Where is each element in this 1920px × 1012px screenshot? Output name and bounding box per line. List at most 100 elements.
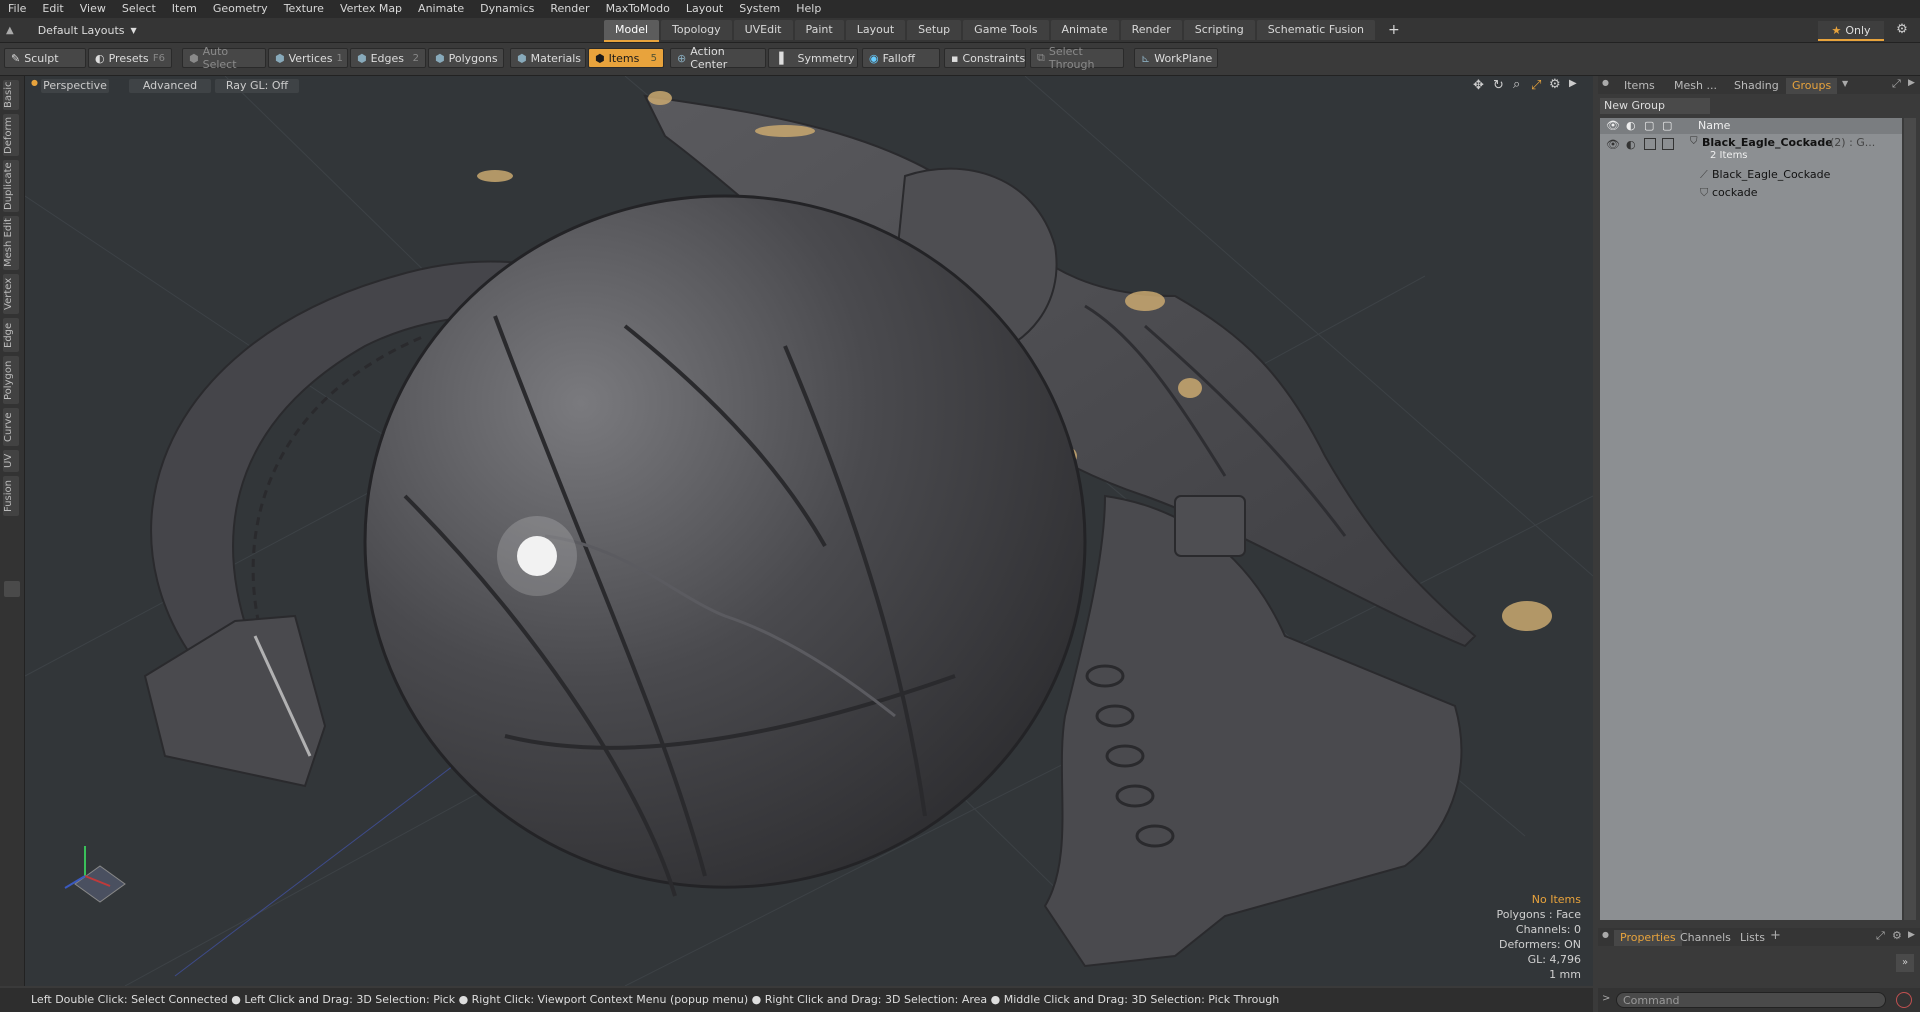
menu-view[interactable]: View bbox=[72, 0, 114, 18]
sculpt-button[interactable]: ✎ Sculpt bbox=[4, 48, 86, 68]
menu-select[interactable]: Select bbox=[114, 0, 164, 18]
command-history-icon[interactable]: > bbox=[1602, 993, 1610, 1004]
tab-lists[interactable]: Lists bbox=[1734, 930, 1771, 946]
edges-button[interactable]: ⬢ Edges 2 bbox=[350, 48, 426, 68]
tab-edge[interactable]: Edge bbox=[3, 318, 19, 352]
menu-animate[interactable]: Animate bbox=[410, 0, 472, 18]
add-tab-icon[interactable]: + bbox=[1770, 928, 1781, 943]
menu-vertex-map[interactable]: Vertex Map bbox=[332, 0, 410, 18]
tab-properties[interactable]: Properties bbox=[1614, 930, 1682, 946]
command-input[interactable]: Command bbox=[1616, 992, 1886, 1008]
tab-vertex[interactable]: Vertex bbox=[3, 274, 19, 314]
panel-arrow-icon[interactable]: ▶ bbox=[1908, 930, 1915, 940]
panel-toggle-button[interactable] bbox=[4, 581, 20, 597]
tab-schematic-fusion[interactable]: Schematic Fusion bbox=[1256, 20, 1376, 40]
rotate-view-icon[interactable]: ↻ bbox=[1493, 78, 1504, 93]
visibility-column-icon[interactable]: 👁 bbox=[1606, 119, 1620, 132]
tab-setup[interactable]: Setup bbox=[907, 20, 962, 40]
tab-topology[interactable]: Topology bbox=[661, 20, 732, 40]
tab-shading[interactable]: Shading bbox=[1728, 78, 1785, 94]
record-icon[interactable] bbox=[1896, 992, 1912, 1008]
tab-curve[interactable]: Curve bbox=[3, 408, 19, 446]
group-child-row[interactable]: ⛉ cockade bbox=[1600, 186, 1902, 204]
vertices-button[interactable]: ⬢ Vertices 1 bbox=[268, 48, 348, 68]
polygons-button[interactable]: ⬢ Polygons bbox=[428, 48, 504, 68]
render-toggle-icon[interactable]: ◐ bbox=[1626, 138, 1636, 151]
items-button[interactable]: ⬢ Items 5 bbox=[588, 48, 664, 68]
gear-icon[interactable]: ⚙ bbox=[1893, 21, 1911, 39]
lock-column-icon[interactable]: ▢ bbox=[1644, 119, 1654, 132]
menu-edit[interactable]: Edit bbox=[34, 0, 71, 18]
groups-scrollbar[interactable] bbox=[1904, 118, 1916, 920]
menu-file[interactable]: File bbox=[0, 0, 34, 18]
tab-animate[interactable]: Animate bbox=[1050, 20, 1119, 40]
action-center-button[interactable]: ⊕ Action Center bbox=[670, 45, 766, 71]
tab-fusion[interactable]: Fusion bbox=[3, 476, 19, 516]
eye-icon[interactable]: 👁 bbox=[1606, 138, 1620, 151]
select-through-button[interactable]: ⧉ Select Through bbox=[1030, 45, 1124, 71]
viewport-menu-dot-icon[interactable]: ● bbox=[31, 78, 38, 87]
viewport-settings-icon[interactable]: ⚙ bbox=[1549, 77, 1561, 92]
add-tab-button[interactable]: + bbox=[1377, 20, 1411, 40]
tab-groups[interactable]: Groups bbox=[1786, 78, 1838, 94]
select-checkbox[interactable] bbox=[1662, 138, 1674, 150]
tab-paint[interactable]: Paint bbox=[794, 20, 844, 40]
presets-button[interactable]: ◐ Presets F6 bbox=[88, 48, 172, 68]
expand-properties-button[interactable]: » bbox=[1896, 954, 1914, 972]
tab-game-tools[interactable]: Game Tools bbox=[963, 20, 1049, 40]
group-row[interactable]: 👁 ◐ ⛉ Black_Eagle_Cockade (2) : G... 2 I… bbox=[1600, 136, 1902, 166]
render-column-icon[interactable]: ◐ bbox=[1626, 119, 1636, 132]
properties-menu-icon[interactable]: ● bbox=[1602, 930, 1609, 939]
panel-arrow-icon[interactable]: ▶ bbox=[1908, 78, 1915, 88]
auto-select-button[interactable]: ⬢ Auto Select bbox=[182, 45, 266, 71]
layout-collapse-icon[interactable]: ▲ bbox=[6, 25, 14, 36]
panel-menu-icon[interactable]: ● bbox=[1602, 78, 1609, 87]
group-child-row[interactable]: ⟋ Black_Eagle_Cockade bbox=[1600, 168, 1902, 186]
move-view-icon[interactable]: ✥ bbox=[1473, 78, 1484, 93]
workplane-button[interactable]: ⊾ WorkPlane bbox=[1134, 48, 1218, 68]
tab-polygon[interactable]: Polygon bbox=[3, 356, 19, 404]
tab-mesh[interactable]: Mesh ... bbox=[1668, 78, 1723, 94]
new-group-button[interactable]: New Group bbox=[1600, 98, 1710, 114]
zoom-view-icon[interactable]: ⌕ bbox=[1513, 77, 1520, 92]
tab-channels[interactable]: Channels bbox=[1674, 930, 1737, 946]
menu-maxtomodo[interactable]: MaxToModo bbox=[598, 0, 678, 18]
menu-layout[interactable]: Layout bbox=[678, 0, 731, 18]
layout-dropdown[interactable]: ▲ Default Layouts ▼ bbox=[6, 21, 137, 39]
expand-icon[interactable]: ⤢ bbox=[1876, 929, 1885, 943]
tab-basic[interactable]: Basic bbox=[3, 80, 19, 110]
menu-texture[interactable]: Texture bbox=[276, 0, 332, 18]
tab-scripting[interactable]: Scripting bbox=[1183, 20, 1255, 40]
tab-duplicate[interactable]: Duplicate bbox=[3, 160, 19, 212]
fit-view-icon[interactable]: ⤢ bbox=[1531, 78, 1541, 93]
tab-uvedit[interactable]: UVEdit bbox=[733, 20, 793, 40]
only-button[interactable]: ★ Only bbox=[1818, 21, 1884, 41]
menu-render[interactable]: Render bbox=[542, 0, 597, 18]
lock-checkbox[interactable] bbox=[1644, 138, 1656, 150]
tab-layout[interactable]: Layout bbox=[845, 20, 906, 40]
raygl-button[interactable]: Ray GL: Off bbox=[215, 79, 299, 93]
constraints-button[interactable]: ▪ Constraints bbox=[944, 48, 1026, 68]
tab-mesh-edit[interactable]: Mesh Edit bbox=[3, 216, 19, 270]
falloff-button[interactable]: ◉ Falloff bbox=[862, 48, 940, 68]
tab-render[interactable]: Render bbox=[1120, 20, 1182, 40]
symmetry-button[interactable]: ▐ Symmetry bbox=[768, 48, 858, 68]
chevron-down-icon[interactable]: ▼ bbox=[1842, 79, 1848, 88]
perspective-button[interactable]: Perspective bbox=[41, 79, 109, 93]
menu-geometry[interactable]: Geometry bbox=[205, 0, 276, 18]
tab-deform[interactable]: Deform bbox=[3, 114, 19, 156]
menu-system[interactable]: System bbox=[731, 0, 788, 18]
tab-model[interactable]: Model bbox=[604, 20, 660, 42]
select-column-icon[interactable]: ▢ bbox=[1662, 119, 1672, 132]
3d-viewport[interactable]: ● Perspective Advanced Ray GL: Off ✥ ↻ ⌕… bbox=[25, 76, 1593, 986]
materials-button[interactable]: ⬢ Materials bbox=[510, 48, 586, 68]
name-column-header[interactable]: Name bbox=[1698, 119, 1730, 132]
menu-item[interactable]: Item bbox=[164, 0, 205, 18]
advanced-button[interactable]: Advanced bbox=[129, 79, 211, 93]
expand-icon[interactable]: ⤢ bbox=[1892, 77, 1901, 91]
menu-dynamics[interactable]: Dynamics bbox=[472, 0, 542, 18]
properties-settings-icon[interactable]: ⚙ bbox=[1892, 929, 1902, 942]
tab-items[interactable]: Items bbox=[1618, 78, 1661, 94]
tab-uv[interactable]: UV bbox=[3, 450, 19, 472]
menu-help[interactable]: Help bbox=[788, 0, 829, 18]
